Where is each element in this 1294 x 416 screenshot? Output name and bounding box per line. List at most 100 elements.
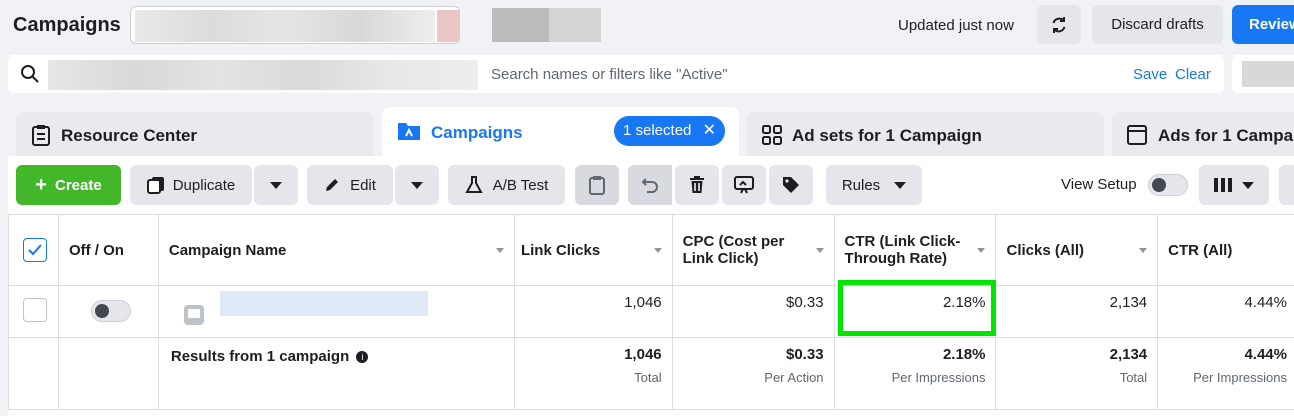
results-ctr-all-sub: Per Impressions (1158, 370, 1287, 385)
paste-button[interactable] (575, 165, 619, 205)
campaign-name-header[interactable]: Campaign Name (158, 215, 514, 286)
duplicate-button[interactable]: Duplicate (130, 165, 252, 205)
caret-down-icon (411, 182, 423, 189)
info-icon[interactable]: i (356, 351, 368, 363)
table-row[interactable]: 1,046 $0.33 2.18% 2,134 4.44% (9, 286, 1294, 338)
selected-count-badge[interactable]: 1 selected ✕ (614, 116, 725, 146)
review-button[interactable]: Review (1232, 5, 1294, 44)
more-button[interactable] (1279, 165, 1294, 205)
preview-button[interactable] (722, 165, 766, 205)
ab-test-button[interactable]: A/B Test (448, 165, 565, 205)
select-all-checkbox[interactable] (23, 238, 47, 262)
caret-down-icon (1242, 182, 1254, 189)
undo-button[interactable] (628, 165, 672, 205)
results-ctr-all-cell: 4.44% Per Impressions (1158, 338, 1294, 410)
selected-count-label: 1 selected (623, 122, 691, 139)
sort-arrow-icon[interactable] (816, 248, 824, 253)
row-checkbox[interactable] (23, 298, 47, 322)
duplicate-icon (147, 176, 165, 194)
clicks-all-header[interactable]: Clicks (All) (996, 215, 1158, 286)
results-ctr-link-value: 2.18% (943, 346, 986, 363)
results-link-clicks-sub: Total (515, 370, 662, 385)
tab-ads[interactable]: Ads for 1 Campaign (1112, 112, 1294, 158)
search-input[interactable]: Search names or filters like "Active" (491, 66, 728, 83)
redacted-block (1232, 55, 1294, 93)
tab-label: Campaigns (431, 123, 523, 143)
link-clicks-header[interactable]: Link Clicks (514, 215, 672, 286)
tab-label: Resource Center (61, 126, 197, 146)
sort-arrow-icon[interactable] (654, 248, 662, 253)
results-cpc-cell: $0.33Per Action (672, 338, 834, 410)
preview-icon (734, 176, 754, 194)
results-link-clicks-value: 1,046 (624, 346, 662, 363)
campaign-name-cell[interactable] (158, 286, 514, 338)
toolbar: + Create Duplicate Edit A/B Test (8, 156, 1294, 214)
edit-button[interactable]: Edit (307, 165, 393, 205)
search-bar[interactable]: Search names or filters like "Active" Sa… (8, 55, 1224, 93)
folder-icon (397, 121, 421, 141)
results-label-cell: Results from 1 campaign i (158, 338, 514, 410)
campaign-toggle[interactable] (91, 300, 131, 322)
close-icon[interactable]: ✕ (703, 120, 716, 140)
results-label: Results from 1 campaign (171, 348, 349, 365)
sort-arrow-icon[interactable] (1139, 248, 1147, 253)
ctr-all-header-label: CTR (All) (1168, 242, 1232, 259)
page-title: Campaigns (13, 14, 121, 37)
cpc-header[interactable]: CPC (Cost per Link Click) (672, 215, 834, 286)
tab-ad-sets[interactable]: Ad sets for 1 Campaign (747, 112, 1104, 158)
row-select-cell (9, 286, 59, 338)
tab-campaigns[interactable]: Campaigns 1 selected ✕ (382, 107, 739, 158)
ctr-link-header[interactable]: CTR (Link Click-Through Rate) (834, 215, 996, 286)
flask-icon (465, 176, 483, 194)
sort-arrow-icon[interactable] (496, 248, 504, 253)
redacted-block (492, 8, 549, 42)
campaign-name-header-label: Campaign Name (169, 242, 287, 259)
redacted-campaign-name (220, 291, 428, 316)
rules-button[interactable]: Rules (826, 165, 922, 205)
clipboard-icon (589, 175, 605, 195)
tab-resource-center[interactable]: Resource Center (16, 112, 374, 158)
view-setup-label: View Setup (1061, 176, 1137, 193)
results-clicks-all-value: 2,134 (1110, 346, 1148, 363)
redacted-block (437, 10, 460, 42)
row-toggle-cell (58, 286, 158, 338)
tab-label: Ad sets for 1 Campaign (792, 126, 982, 146)
results-empty-cell (58, 338, 158, 410)
ctr-all-header[interactable]: CTR (All) (1158, 215, 1294, 286)
clicks-all-cell: 2,134 (996, 286, 1158, 338)
duplicate-dropdown-button[interactable] (254, 165, 298, 205)
ctr-all-cell: 4.44% (1158, 286, 1294, 338)
columns-button[interactable] (1199, 165, 1269, 205)
refresh-button[interactable] (1037, 5, 1081, 44)
results-cpc-value: $0.33 (786, 346, 824, 363)
sort-arrow-icon[interactable] (977, 248, 985, 253)
updated-status: Updated just now (898, 17, 1014, 34)
caret-down-icon (894, 182, 906, 189)
caret-down-icon (270, 182, 282, 189)
results-row: Results from 1 campaign i 1,046 Total $0.… (9, 338, 1294, 410)
tag-button[interactable] (769, 165, 813, 205)
refresh-icon (1050, 16, 1068, 34)
link-clicks-cell: 1,046 (514, 286, 672, 338)
results-clicks-all-cell: 2,134Total (996, 338, 1158, 410)
edit-dropdown-button[interactable] (395, 165, 439, 205)
cpc-cell: $0.33 (672, 286, 834, 338)
create-button[interactable]: + Create (16, 165, 121, 205)
duplicate-label: Duplicate (173, 177, 236, 194)
results-ctr-link-sub: Per Impressions (835, 370, 986, 385)
campaigns-table: Off / On Campaign Name Link Clicks CPC (… (8, 214, 1294, 410)
tag-icon (782, 176, 800, 194)
save-search-link[interactable]: Save (1133, 66, 1167, 83)
account-selector[interactable] (130, 6, 460, 44)
ab-test-label: A/B Test (493, 177, 549, 194)
redacted-block (549, 8, 601, 42)
checkmark-icon (28, 244, 42, 256)
toggle-knob (1152, 178, 1166, 192)
clear-search-link[interactable]: Clear (1175, 66, 1211, 83)
delete-button[interactable] (675, 165, 719, 205)
view-setup-toggle[interactable] (1148, 174, 1188, 196)
table-header-row: Off / On Campaign Name Link Clicks CPC (… (9, 215, 1294, 286)
results-ctr-all-value: 4.44% (1244, 346, 1287, 363)
discard-drafts-button[interactable]: Discard drafts (1092, 5, 1223, 44)
search-icon (20, 64, 40, 84)
